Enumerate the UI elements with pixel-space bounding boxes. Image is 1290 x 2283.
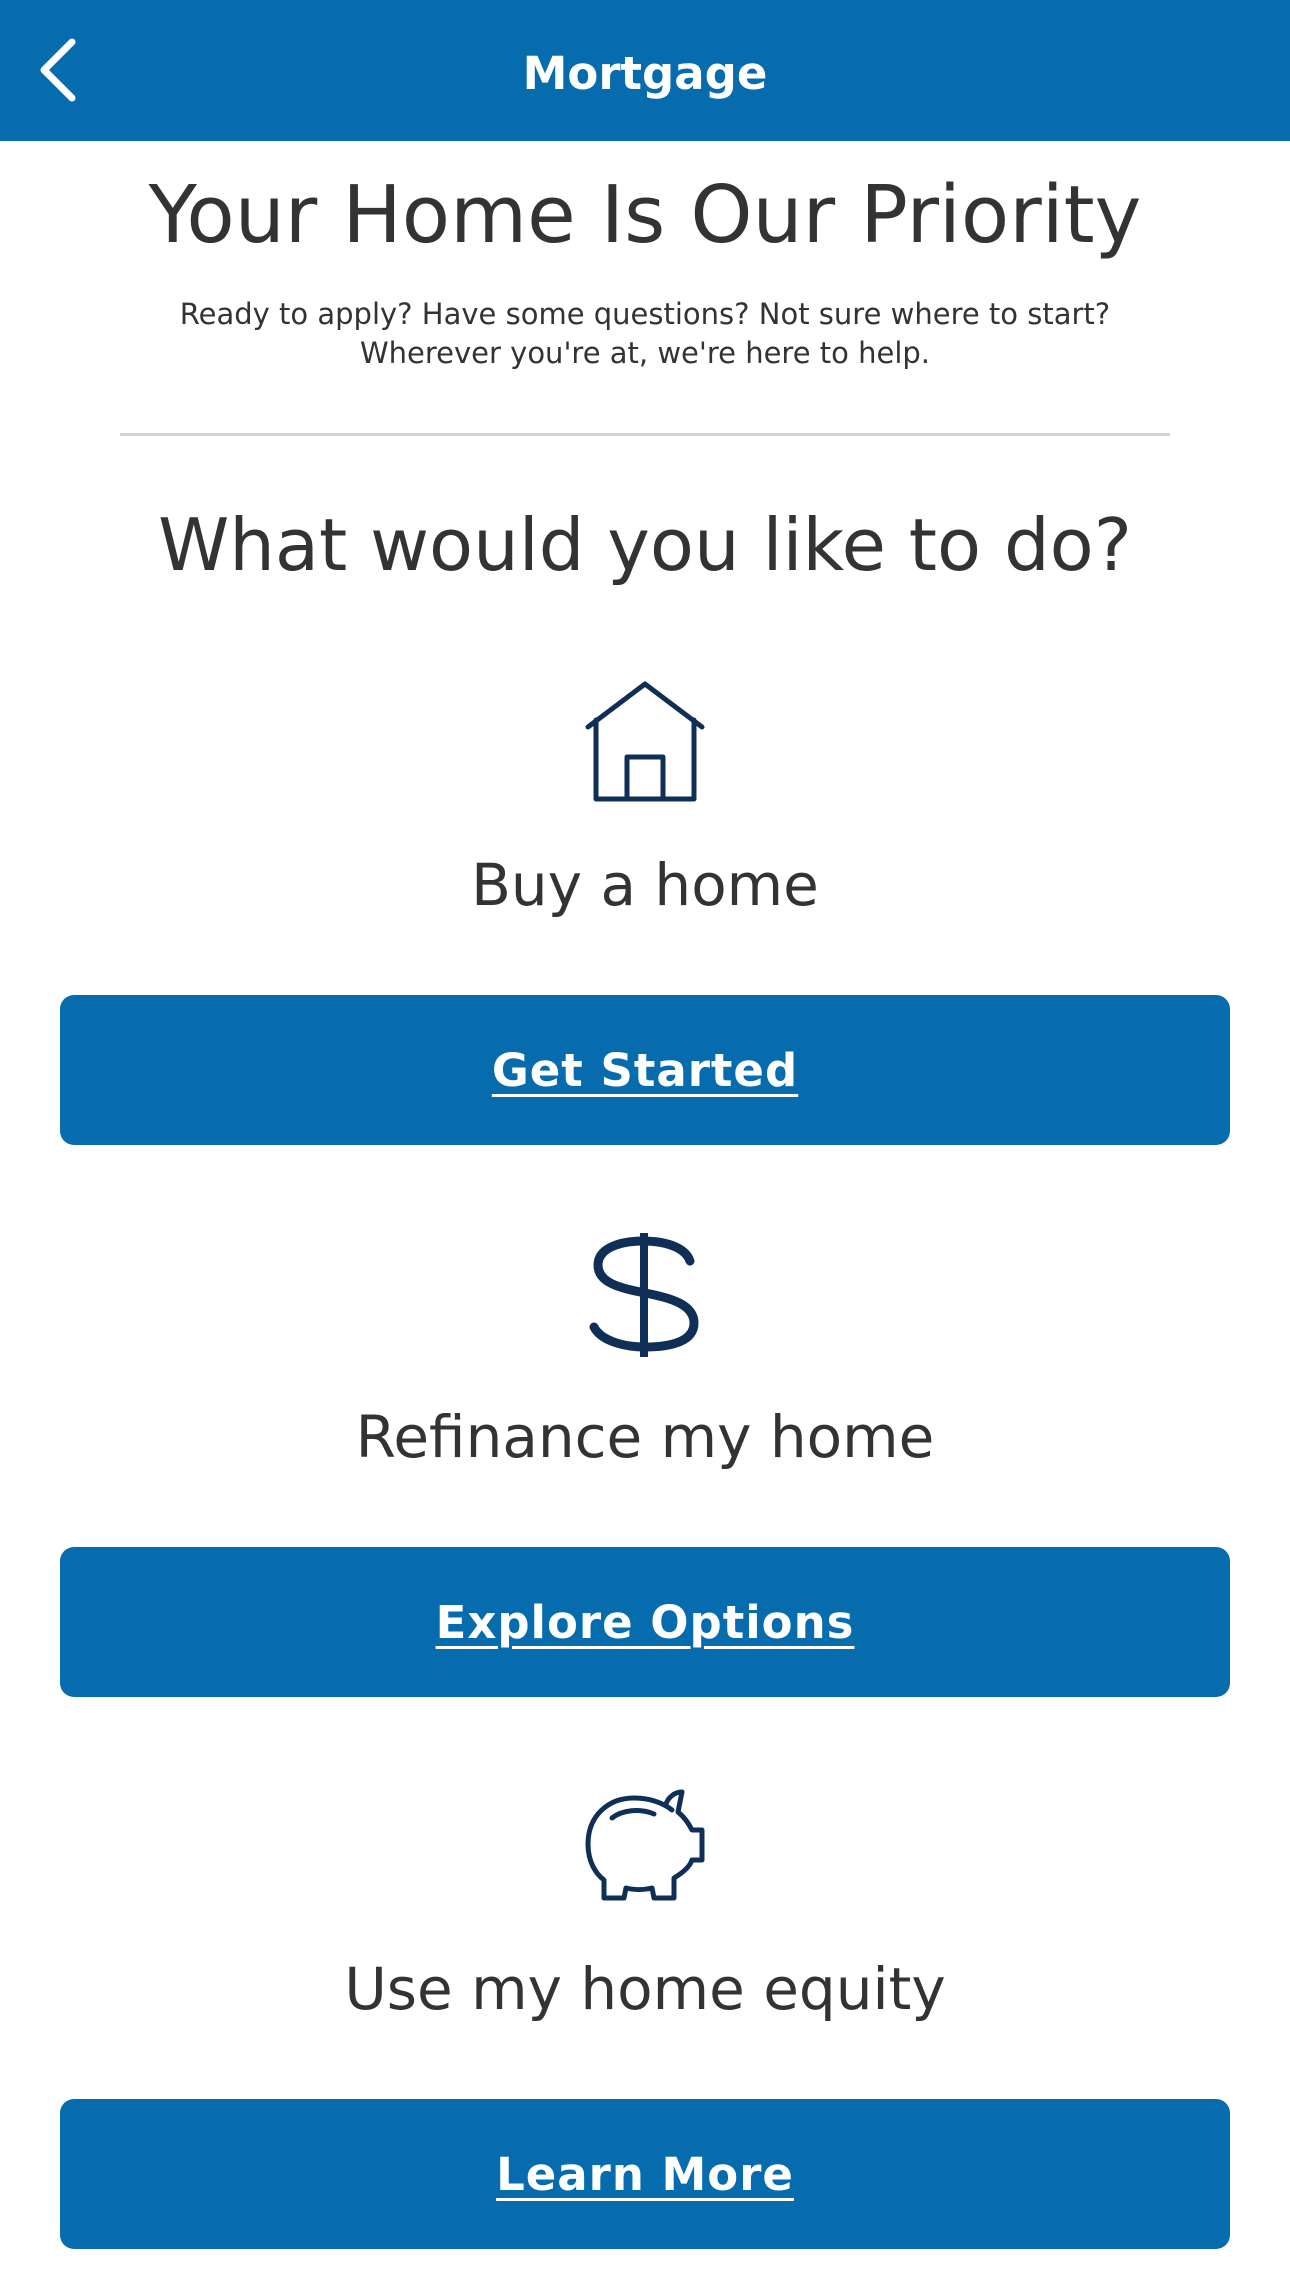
options-heading: What would you like to do? [158,503,1132,587]
option-buy-label: Buy a home [471,851,819,919]
learn-more-button[interactable]: Learn More [60,2099,1230,2249]
hero-subtitle: Ready to apply? Have some questions? Not… [0,295,1290,373]
learn-more-button-label: Learn More [496,2147,794,2201]
get-started-button[interactable]: Get Started [60,995,1230,1145]
dollar-icon [589,1233,699,1357]
option-buy-icon-wrap [0,680,1290,804]
explore-options-button[interactable]: Explore Options [60,1547,1230,1697]
top-app-bar: Mortgage [0,0,1290,141]
option-refinance-icon-wrap [0,1233,1290,1357]
mortgage-screen: Mortgage Your Home Is Our Priority Ready… [0,0,1290,2283]
option-refinance-label: Refinance my home [355,1403,935,1471]
piggy-bank-icon [585,1789,705,1901]
get-started-button-label: Get Started [491,1043,799,1097]
hero-title: Your Home Is Our Priority [148,169,1142,261]
option-equity-icon-wrap [0,1786,1290,1906]
section-divider [120,433,1170,436]
hero-subtitle-line-1: Ready to apply? Have some questions? Not… [179,297,1111,331]
option-equity-label: Use my home equity [344,1955,946,2023]
page-title: Mortgage [522,47,768,100]
hero-subtitle-line-2: Wherever you're at, we're here to help. [359,336,931,370]
house-icon [585,681,705,802]
explore-options-button-label: Explore Options [435,1595,855,1649]
